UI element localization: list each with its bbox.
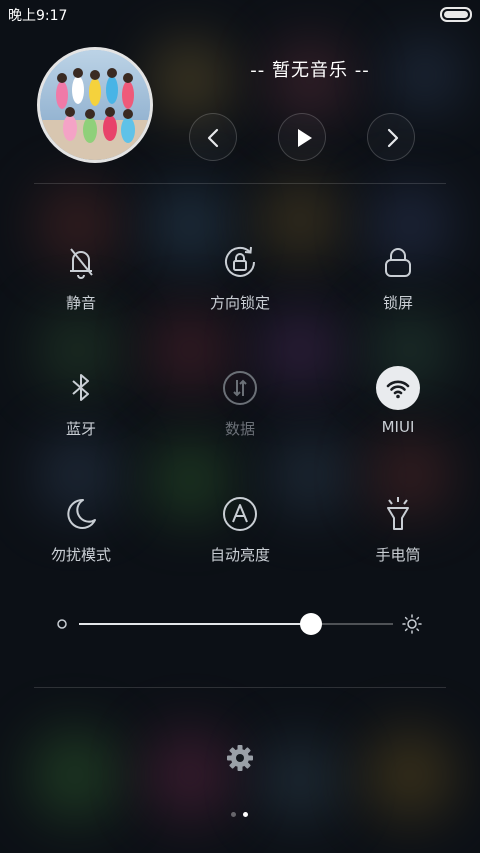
dim-sun-icon bbox=[57, 619, 67, 629]
page-indicator bbox=[228, 812, 252, 818]
brightness-slider[interactable] bbox=[52, 608, 432, 640]
brightness-fill bbox=[79, 623, 312, 625]
album-art[interactable] bbox=[37, 47, 153, 163]
toggle-lock-screen[interactable]: 锁屏 bbox=[328, 240, 468, 340]
gear-icon bbox=[227, 745, 253, 771]
toggle-rotation-lock[interactable]: 方向锁定 bbox=[170, 240, 310, 340]
bright-sun-icon bbox=[402, 614, 422, 634]
song-title: -- 暂无音乐 -- bbox=[250, 60, 370, 81]
status-time: 晚上9:17 bbox=[8, 8, 68, 24]
next-button[interactable] bbox=[367, 113, 415, 161]
toggle-label: 蓝牙 bbox=[65, 420, 96, 438]
toggle-label: MIUI bbox=[381, 418, 415, 436]
flashlight-icon bbox=[387, 497, 409, 530]
toggle-bluetooth[interactable]: 蓝牙 bbox=[11, 366, 151, 466]
toggle-do-not-disturb[interactable]: 勿扰模式 bbox=[11, 492, 151, 592]
toggle-label: 自动亮度 bbox=[209, 546, 270, 564]
divider-top bbox=[34, 183, 446, 184]
rotation-lock-icon bbox=[225, 246, 255, 277]
toggle-label: 手电筒 bbox=[375, 546, 421, 564]
toggle-data[interactable]: 数据 bbox=[170, 366, 310, 466]
auto-brightness-icon bbox=[223, 497, 257, 531]
bell-off-icon bbox=[70, 248, 93, 279]
toggle-silent[interactable]: 静音 bbox=[11, 240, 151, 340]
page-dot bbox=[243, 812, 248, 817]
toggle-label: 方向锁定 bbox=[209, 294, 270, 312]
brightness-thumb[interactable] bbox=[300, 613, 323, 635]
mobile-data-icon bbox=[223, 371, 257, 405]
battery-icon bbox=[440, 7, 472, 22]
bluetooth-icon bbox=[72, 374, 89, 401]
previous-button[interactable] bbox=[189, 113, 237, 161]
toggle-auto-brightness[interactable]: 自动亮度 bbox=[170, 492, 310, 592]
wifi-icon bbox=[376, 366, 420, 410]
toggle-label: 数据 bbox=[224, 420, 255, 438]
toggle-flashlight[interactable]: 手电筒 bbox=[328, 492, 468, 592]
settings-button[interactable] bbox=[222, 740, 258, 776]
divider-bottom bbox=[34, 687, 446, 688]
toggle-wifi[interactable]: MIUI bbox=[328, 366, 468, 466]
play-button[interactable] bbox=[278, 113, 326, 161]
play-icon bbox=[298, 129, 312, 147]
page-dot bbox=[231, 812, 236, 817]
status-bar: 晚上9:17 bbox=[0, 0, 480, 28]
toggle-label: 勿扰模式 bbox=[50, 546, 111, 564]
padlock-icon bbox=[385, 248, 411, 277]
toggle-label: 静音 bbox=[65, 294, 96, 312]
moon-icon bbox=[67, 498, 96, 529]
chevron-right-icon bbox=[387, 128, 399, 148]
chevron-left-icon bbox=[207, 128, 219, 148]
toggle-label: 锁屏 bbox=[382, 294, 413, 312]
